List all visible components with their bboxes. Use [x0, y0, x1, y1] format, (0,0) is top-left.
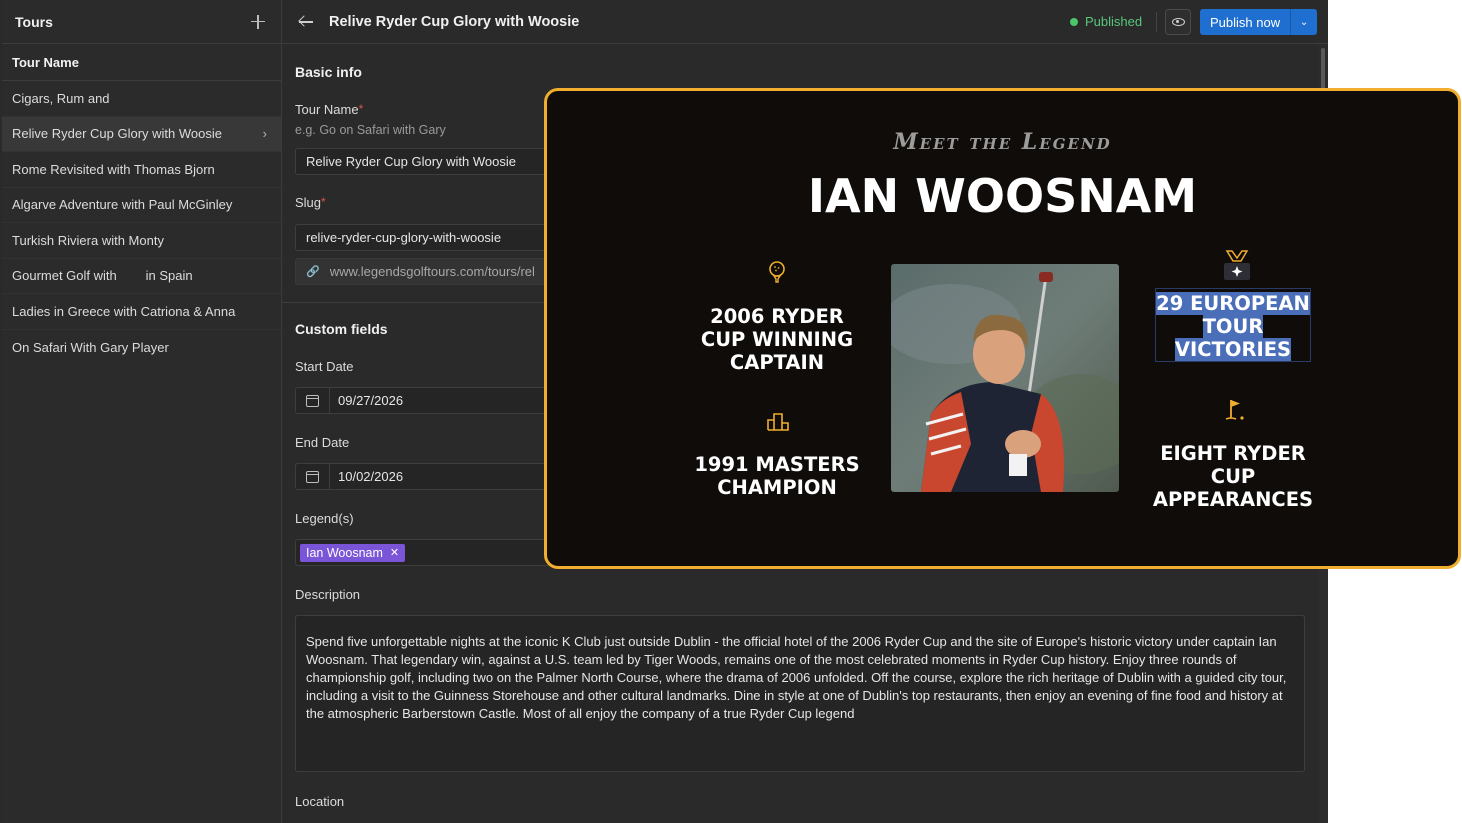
start-date-label: Start Date — [295, 359, 354, 374]
legend-tag: Ian Woosnam ✕ — [300, 543, 406, 562]
sidebar-item-tour[interactable]: Ladies in Greece with Catriona & Anna — [2, 294, 281, 330]
link-icon: 🔗 — [306, 266, 320, 278]
sidebar-item-tour[interactable]: Algarve Adventure with Paul McGinley — [2, 188, 281, 223]
section-title-custom-fields: Custom fields — [295, 321, 388, 337]
remove-tag-icon[interactable]: ✕ — [390, 546, 399, 559]
publish-now-button[interactable]: Publish now — [1200, 9, 1292, 35]
tour-url-value: www.legendsgolftours.com/tours/rel — [329, 264, 535, 279]
legend-photo — [891, 264, 1119, 492]
sidebar-item-label: On Safari With Gary Player — [12, 339, 169, 355]
section-title-basic-info: Basic info — [295, 64, 362, 80]
calendar-icon — [306, 394, 319, 407]
sidebar-item-label: Relive Ryder Cup Glory with Woosie — [12, 126, 222, 142]
sidebar-item-label: Turkish Riviera with Monty — [12, 232, 164, 248]
slug-label-text: Slug — [295, 195, 322, 210]
legend-name: IAN WOOSNAM — [807, 169, 1198, 223]
page-title: Relive Ryder Cup Glory with Woosie — [329, 13, 580, 30]
column-header-tour-name[interactable]: Tour Name — [2, 44, 281, 81]
legend-card: Meet the Legend IAN WOOSNAM 2006 RYDER C… — [544, 88, 1461, 569]
legends-label: Legend(s) — [295, 511, 354, 526]
stat-ryder-cup-appearances: EIGHT RYDER CUP APPEARANCES — [1143, 442, 1323, 511]
back-arrow-icon[interactable] — [298, 14, 314, 30]
stat-line: 29 EUROPEAN — [1156, 292, 1310, 315]
description-textarea[interactable]: Spend five unforgettable nights at the i… — [295, 615, 1305, 772]
end-date-label: End Date — [295, 435, 350, 450]
sidebar-item-tour[interactable]: On Safari With Gary Player — [2, 330, 281, 366]
preview-button[interactable] — [1165, 9, 1191, 35]
calendar-button[interactable] — [296, 388, 330, 413]
chevron-right-icon: › — [262, 126, 267, 142]
stat-line: VICTORIES — [1174, 338, 1292, 361]
stat-european-tour-victories: 29 EUROPEAN TOUR VICTORIES — [1143, 292, 1323, 361]
location-label: Location — [295, 794, 345, 809]
editor-topbar: Relive Ryder Cup Glory with Woosie Publi… — [282, 0, 1328, 44]
podium-icon — [767, 413, 789, 431]
stat-line: CUP WINNING — [700, 328, 854, 351]
slug-label: Slug* — [295, 195, 326, 210]
sidebar-title: Tours — [15, 13, 53, 30]
description-label: Description — [295, 587, 361, 602]
stat-line: CUP — [1210, 465, 1256, 488]
tour-name-value: Relive Ryder Cup Glory with Woosie — [306, 154, 516, 169]
required-marker: * — [321, 195, 326, 209]
calendar-icon — [306, 470, 319, 483]
publish-split-button: Publish now ⌄ — [1200, 9, 1318, 35]
stat-line: CAPTAIN — [729, 351, 825, 374]
sidebar-item-label: Cigars, Rum and — [12, 90, 110, 106]
stat-ryder-cup-captain: 2006 RYDER CUP WINNING CAPTAIN — [687, 305, 867, 374]
tours-sidebar: Tours Tour Name Cigars, Rum and Relive R… — [2, 0, 282, 823]
stat-line: 2006 RYDER — [710, 305, 844, 328]
chevron-down-icon[interactable]: ⌄ — [1291, 9, 1318, 35]
eye-icon — [1171, 18, 1185, 26]
tour-name-label: Tour Name* — [295, 102, 363, 117]
required-marker: * — [358, 102, 364, 116]
stat-masters-champion: 1991 MASTERS CHAMPION — [687, 453, 867, 499]
sidebar-header: Tours — [2, 0, 281, 44]
status-label: Published — [1085, 14, 1143, 29]
sidebar-item-tour-active[interactable]: Relive Ryder Cup Glory with Woosie › — [2, 116, 281, 152]
sidebar-item-label: Rome Revisited with Thomas Bjorn — [12, 161, 215, 177]
sidebar-item-label: Gourmet Golf with in Spain — [12, 268, 193, 284]
status-badge: Published — [1070, 14, 1142, 29]
stat-line: APPEARANCES — [1152, 488, 1314, 511]
legend-tag-label: Ian Woosnam — [306, 545, 383, 560]
calendar-button[interactable] — [296, 464, 330, 489]
stat-line: 1991 MASTERS — [694, 453, 860, 476]
stat-line: CHAMPION — [717, 476, 837, 499]
sidebar-item-tour[interactable]: Gourmet Golf with in Spain — [2, 259, 281, 294]
end-date-value: 10/02/2026 — [338, 469, 404, 484]
slug-value: relive-ryder-cup-glory-with-woosie — [306, 230, 502, 245]
tour-name-label-text: Tour Name — [295, 102, 359, 117]
sidebar-item-tour[interactable]: Cigars, Rum and — [2, 81, 281, 117]
sidebar-item-tour[interactable]: Turkish Riviera with Monty — [2, 223, 281, 259]
start-date-value: 09/27/2026 — [338, 393, 404, 408]
golf-flag-icon — [1225, 400, 1244, 420]
tour-name-hint: e.g. Go on Safari with Gary — [295, 123, 446, 137]
stat-line: TOUR — [1202, 315, 1264, 338]
sidebar-item-tour[interactable]: Rome Revisited with Thomas Bjorn — [2, 152, 281, 188]
sidebar-item-label: Algarve Adventure with Paul McGinley — [12, 197, 233, 213]
add-icon[interactable] — [249, 13, 267, 31]
sidebar-item-label: Ladies in Greece with Catriona & Anna — [12, 303, 236, 319]
toolbar-divider — [1156, 12, 1157, 32]
medal-icon — [1224, 250, 1250, 280]
status-dot-icon — [1070, 17, 1078, 26]
card-kicker: Meet the Legend — [893, 129, 1112, 155]
golf-ball-tee-icon — [769, 261, 785, 283]
stat-line: EIGHT RYDER — [1160, 442, 1306, 465]
